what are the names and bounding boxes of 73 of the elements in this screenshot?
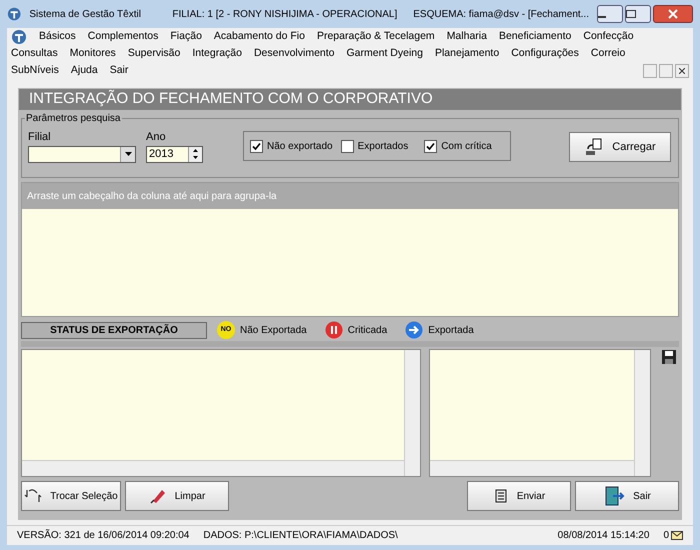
swap-icon — [24, 487, 42, 505]
menu-item[interactable]: Básicos — [39, 28, 76, 44]
checkbox[interactable]: Com crítica — [424, 138, 492, 154]
minimize-button[interactable] — [597, 5, 623, 23]
menu-item[interactable]: Correio — [590, 46, 626, 62]
close-button[interactable] — [653, 5, 693, 23]
window-title: Sistema de Gestão Têxtil — [29, 8, 142, 22]
door-icon — [603, 485, 626, 507]
menu-item[interactable]: Supervisão — [128, 46, 180, 62]
menu-item[interactable]: Consultas — [11, 46, 58, 62]
legend-label: Não Exportada — [240, 324, 307, 338]
horizontal-scrollbar[interactable] — [430, 460, 634, 476]
window-title: FILIAL: 1 [2 - RONY NISHIJIMA - OPERACIONAL] — [172, 8, 398, 22]
action-button[interactable]: Sair — [575, 481, 679, 511]
status-text: 08/08/2014 15:14:20 — [558, 529, 650, 543]
close-button[interactable] — [675, 64, 689, 78]
legend-title: STATUS DE EXPORTAÇÃO — [21, 322, 207, 338]
document-icon — [492, 488, 509, 504]
maximize-icon — [626, 10, 636, 18]
check-icon — [426, 142, 436, 150]
menu-item[interactable]: Sair — [110, 62, 128, 78]
save-icon[interactable] — [661, 349, 677, 365]
menu-item[interactable]: Beneficiamento — [498, 28, 572, 44]
logo-icon — [11, 28, 27, 44]
checkbox[interactable]: Não exportado — [250, 138, 333, 154]
envelope-icon — [671, 531, 683, 540]
pencil-icon — [148, 487, 167, 505]
close-icon — [668, 9, 678, 19]
load-button[interactable]: Carregar — [569, 132, 671, 162]
menu-item[interactable]: Configurações — [511, 46, 579, 62]
message-count: 0 — [663, 529, 669, 543]
pause-icon — [324, 321, 343, 339]
horizontal-scrollbar[interactable] — [22, 460, 404, 476]
action-button[interactable]: Enviar — [467, 481, 571, 511]
menu-item[interactable]: Monitores — [70, 46, 116, 62]
vertical-scrollbar[interactable] — [634, 350, 650, 476]
group-legend: Parâmetros pesquisa — [25, 111, 122, 126]
menu-item[interactable]: Planejamento — [434, 46, 500, 62]
documents-icon — [584, 137, 604, 157]
status-text: DADOS: P:\CLIENTE\ORA\FIAMA\DADOS\ — [203, 529, 398, 543]
legend-label: Exportada — [428, 324, 474, 338]
field-label: Ano — [146, 130, 167, 145]
menu-item[interactable]: Fiação — [170, 28, 202, 44]
checkbox[interactable]: Exportados — [340, 138, 408, 154]
arrow-right-icon — [405, 321, 424, 339]
group-by-area: Arraste um cabeçalho da coluna até aqui para agrupa-la — [22, 183, 678, 209]
menu-item[interactable]: Preparação & Tecelagem — [316, 28, 435, 44]
menu-item[interactable]: Acabamento do Fio — [214, 28, 305, 44]
action-button[interactable]: Limpar — [125, 481, 229, 511]
window-title: ESQUEMA: fiama@dsv - [Fechament... — [413, 8, 589, 22]
menu-item[interactable]: Malharia — [446, 28, 487, 44]
menu-item[interactable]: Ajuda — [70, 62, 98, 78]
year-spinner[interactable]: 2013 — [146, 146, 203, 162]
up-icon — [193, 148, 198, 152]
form-title: INTEGRAÇÃO DO FECHAMENTO COM O CORPORATIVO — [19, 89, 681, 110]
menu-item[interactable]: Integração — [192, 46, 242, 62]
action-button[interactable]: Trocar Seleção — [21, 481, 121, 511]
vertical-scrollbar[interactable] — [404, 350, 420, 476]
down-icon — [193, 156, 198, 160]
logo-icon — [7, 6, 22, 22]
field-label: Filial — [28, 130, 52, 145]
close-icon — [679, 68, 685, 74]
caret-icon — [124, 152, 132, 156]
menu-item[interactable]: Confecção — [583, 28, 634, 44]
check-icon — [252, 142, 261, 150]
status-text: VERSÃO: 321 de 16/06/2014 09:20:04 — [17, 528, 190, 543]
legend-label: Criticada — [348, 324, 388, 338]
maximize-button[interactable] — [625, 5, 651, 23]
menu-item[interactable]: SubNíveis — [11, 62, 59, 78]
menu-item[interactable]: Desenvolvimento — [254, 46, 335, 62]
menu-item[interactable]: Garment Dyeing — [346, 46, 423, 62]
filial-dropdown[interactable] — [28, 146, 136, 162]
menu-item[interactable]: Complementos — [88, 28, 158, 44]
